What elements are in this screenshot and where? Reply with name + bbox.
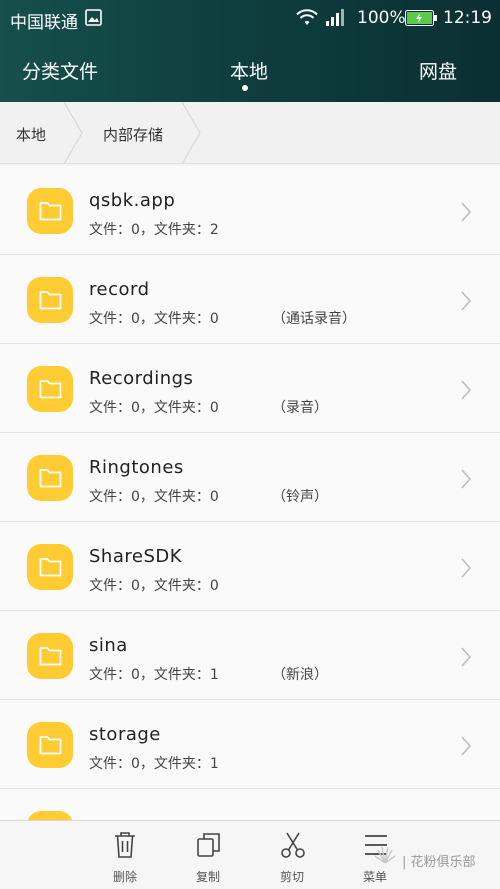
chevron-right-icon — [461, 202, 472, 222]
breadcrumb-item-local[interactable]: 本地 — [16, 124, 46, 145]
folder-name: ShareSDK — [89, 546, 183, 567]
folder-icon — [27, 722, 73, 768]
chevron-right-icon — [461, 736, 472, 756]
image-notification-icon — [85, 9, 102, 26]
tab-local[interactable]: 本地 — [230, 57, 268, 84]
folder-icon — [27, 544, 73, 590]
folder-row-partial[interactable] — [0, 789, 500, 820]
chevron-right-icon — [461, 558, 472, 578]
folder-meta: 文件：0，文件夹：1 — [89, 667, 219, 683]
folder-note: （铃声） — [272, 489, 328, 505]
folder-row[interactable]: ShareSDK 文件：0，文件夹：0 — [0, 522, 500, 611]
folder-meta: 文件：0，文件夹：1 — [89, 756, 219, 772]
delete-button[interactable]: 删除 — [95, 821, 155, 889]
tab-classified-files[interactable]: 分类文件 — [22, 57, 98, 84]
menu-label: 菜单 — [362, 870, 387, 884]
folder-name: storage — [89, 724, 161, 745]
wifi-icon — [296, 9, 318, 25]
folder-meta: 文件：0，文件夹：0 — [89, 311, 219, 327]
folder-icon — [27, 455, 73, 501]
delete-label: 删除 — [112, 870, 137, 884]
folder-name: Ringtones — [89, 457, 184, 478]
chevron-right-icon — [461, 291, 472, 311]
watermark-text: | 花粉俱乐部 — [402, 855, 476, 870]
folder-row[interactable]: Recordings 文件：0，文件夹：0 （录音） — [0, 344, 500, 433]
chevron-right-icon — [461, 469, 472, 489]
folder-name: sina — [89, 635, 128, 656]
folder-name: qsbk.app — [89, 190, 176, 211]
folder-name: record — [89, 279, 150, 300]
folder-note: （通话录音） — [272, 311, 356, 327]
folder-meta: 文件：0，文件夹：0 — [89, 578, 219, 594]
folder-meta: 文件：0，文件夹：2 — [89, 222, 219, 238]
folder-row[interactable]: record 文件：0，文件夹：0 （通话录音） — [0, 255, 500, 344]
folder-note: （录音） — [272, 400, 328, 416]
battery-icon — [405, 10, 437, 26]
status-bar: 中国联通 100% 12:19 — [0, 0, 500, 36]
folder-row[interactable]: Ringtones 文件：0，文件夹：0 （铃声） — [0, 433, 500, 522]
tab-cloud-disk[interactable]: 网盘 — [419, 57, 457, 84]
folder-icon — [27, 188, 73, 234]
tab-bar: 分类文件 本地 网盘 — [0, 50, 500, 96]
folder-icon — [27, 277, 73, 323]
battery-percentage: 100% — [357, 8, 406, 28]
breadcrumb-separator-icon — [181, 102, 201, 164]
folder-note: （新浪） — [272, 667, 328, 683]
folder-row[interactable]: qsbk.app 文件：0，文件夹：2 — [0, 166, 500, 255]
copy-button[interactable]: 复制 — [178, 821, 238, 889]
scissors-icon — [281, 832, 305, 858]
folder-row[interactable]: storage 文件：0，文件夹：1 — [0, 700, 500, 789]
cut-label: 剪切 — [279, 870, 304, 884]
chevron-right-icon — [461, 647, 472, 667]
signal-icon — [326, 9, 344, 26]
breadcrumb-separator-icon — [63, 102, 83, 164]
breadcrumb-item-internal-storage[interactable]: 内部存储 — [103, 124, 163, 145]
top-bar: 中国联通 100% 12:19 分类文件 本地 网盘 — [0, 0, 500, 102]
file-list: qsbk.app 文件：0，文件夹：2 record 文件：0，文件夹：0 （通… — [0, 166, 500, 820]
folder-meta: 文件：0，文件夹：0 — [89, 489, 219, 505]
cut-button[interactable]: 剪切 — [262, 821, 322, 889]
chevron-right-icon — [461, 380, 472, 400]
huawei-logo-icon — [374, 846, 396, 864]
active-tab-indicator — [242, 85, 248, 91]
copy-icon — [197, 833, 220, 857]
folder-icon — [27, 366, 73, 412]
carrier-label: 中国联通 — [10, 13, 78, 33]
copy-label: 复制 — [195, 870, 220, 884]
folder-row[interactable]: sina 文件：0，文件夹：1 （新浪） — [0, 611, 500, 700]
folder-meta: 文件：0，文件夹：0 — [89, 400, 219, 416]
folder-name: Recordings — [89, 368, 194, 389]
clock: 12:19 — [443, 8, 492, 28]
folder-icon — [27, 633, 73, 679]
trash-icon — [115, 832, 135, 858]
folder-icon — [27, 811, 73, 820]
breadcrumb: 本地 内部存储 — [0, 102, 500, 164]
